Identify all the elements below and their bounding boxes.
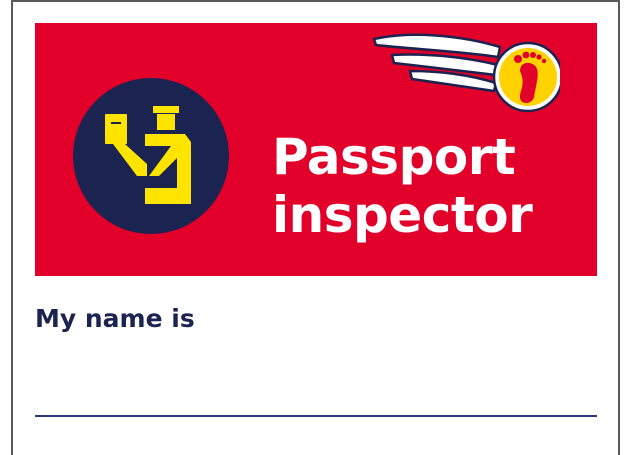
- passport-inspector-icon: [73, 78, 229, 234]
- badge-title-line2: inspector: [272, 186, 533, 244]
- name-prompt-label: My name is: [35, 304, 195, 333]
- badge-banner: Passport inspector: [35, 23, 597, 276]
- badge-title: Passport inspector: [272, 128, 533, 244]
- badge-title-line1: Passport: [272, 128, 516, 186]
- winged-footprint-logo: [372, 33, 560, 113]
- name-write-line: [35, 415, 597, 417]
